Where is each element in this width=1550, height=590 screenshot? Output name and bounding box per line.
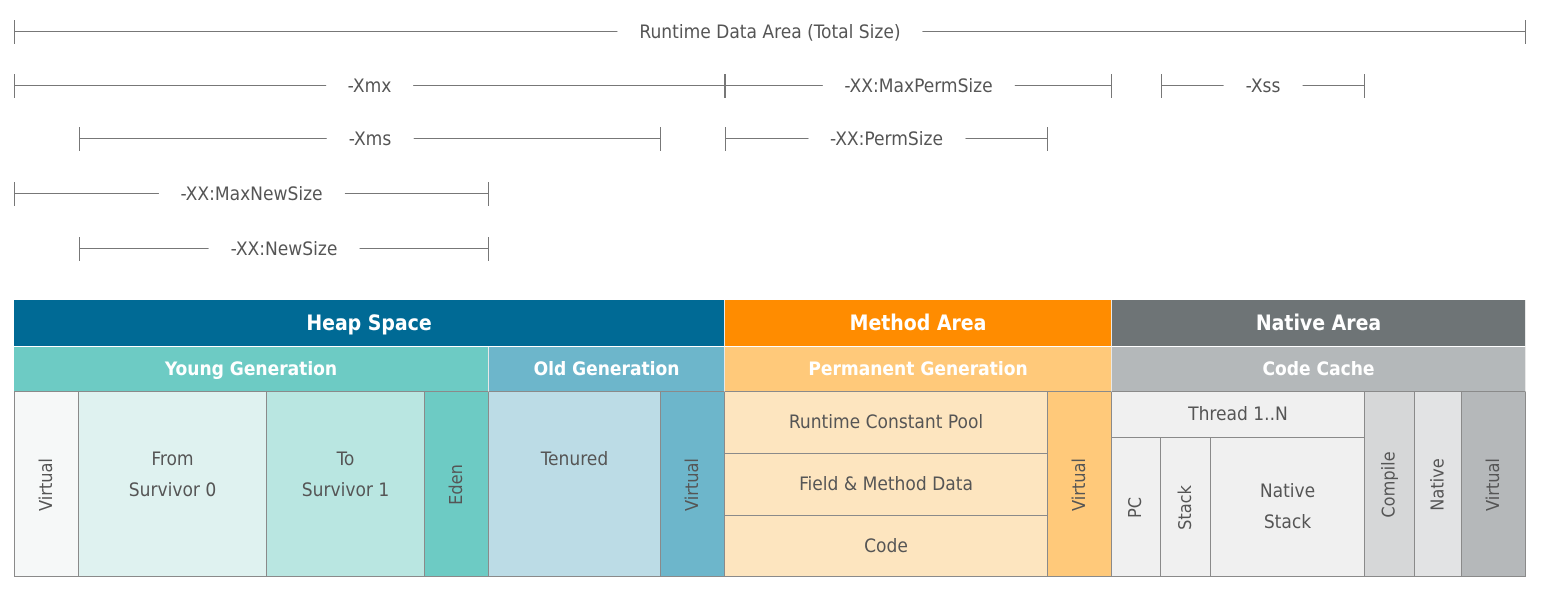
cell-label: Stack bbox=[1263, 511, 1312, 533]
dim-xss: -Xss bbox=[1161, 74, 1365, 98]
method-area-header: Method Area bbox=[725, 300, 1112, 347]
compile-cell: Compile bbox=[1365, 392, 1415, 577]
old-virtual-cell: Virtual bbox=[661, 392, 725, 577]
cell-label: Eden bbox=[446, 463, 467, 505]
cell-label: Compile bbox=[1379, 450, 1400, 518]
dim-label: -XX:PermSize bbox=[808, 128, 965, 150]
cell-label: Tenured bbox=[540, 448, 609, 470]
dim-new-size: -XX:NewSize bbox=[79, 237, 489, 261]
stack-cell: Stack bbox=[1161, 438, 1211, 577]
cell-label: PC bbox=[1125, 496, 1147, 518]
jvm-memory-diagram: Runtime Data Area (Total Size) -Xmx -XX:… bbox=[0, 0, 1550, 590]
dim-xmx: -Xmx bbox=[14, 74, 725, 98]
dim-label: Runtime Data Area (Total Size) bbox=[617, 21, 923, 43]
dim-label: -Xms bbox=[326, 128, 414, 150]
from-survivor-cell: From Survivor 0 bbox=[79, 392, 267, 577]
native-area-header: Native Area bbox=[1112, 300, 1526, 347]
dim-label: -Xss bbox=[1223, 75, 1303, 97]
code-cell: Code bbox=[725, 516, 1048, 577]
runtime-constant-pool-cell: Runtime Constant Pool bbox=[725, 392, 1048, 454]
cell-label: Stack bbox=[1175, 484, 1196, 530]
cell-label: From bbox=[151, 448, 194, 470]
cell-label: Virtual bbox=[36, 457, 57, 511]
cell-label: Survivor 0 bbox=[128, 479, 217, 501]
method-virtual-cell: Virtual bbox=[1048, 392, 1112, 577]
native-stack-cell: Native Stack bbox=[1211, 438, 1365, 577]
native-cell: Native bbox=[1415, 392, 1462, 577]
cell-label: Native bbox=[1427, 457, 1449, 511]
young-generation-header: Young Generation bbox=[14, 347, 489, 392]
native-virtual-cell: Virtual bbox=[1462, 392, 1526, 577]
dim-max-new-size: -XX:MaxNewSize bbox=[14, 182, 489, 206]
cell-label: Virtual bbox=[682, 457, 703, 511]
dim-label: -XX:MaxNewSize bbox=[158, 183, 345, 205]
heap-space-header: Heap Space bbox=[14, 300, 725, 347]
dim-total: Runtime Data Area (Total Size) bbox=[14, 20, 1526, 44]
cell-label: Virtual bbox=[1483, 457, 1504, 511]
dim-label: -Xmx bbox=[325, 75, 414, 97]
dim-max-perm-size: -XX:MaxPermSize bbox=[725, 74, 1112, 98]
dim-perm-size: -XX:PermSize bbox=[725, 127, 1048, 151]
thread-cell: Thread 1..N bbox=[1112, 392, 1365, 438]
eden-cell: Eden bbox=[425, 392, 489, 577]
field-method-data-cell: Field & Method Data bbox=[725, 454, 1048, 516]
permanent-generation-header: Permanent Generation bbox=[725, 347, 1112, 392]
dim-xms: -Xms bbox=[79, 127, 661, 151]
dim-label: -XX:NewSize bbox=[208, 238, 360, 260]
cell-label: Survivor 1 bbox=[301, 479, 390, 501]
dim-label: -XX:MaxPermSize bbox=[822, 75, 1015, 97]
tenured-cell: Tenured bbox=[489, 392, 661, 577]
cell-label: Native bbox=[1259, 480, 1316, 502]
young-virtual-cell: Virtual bbox=[14, 392, 79, 577]
old-generation-header: Old Generation bbox=[489, 347, 725, 392]
code-cache-header: Code Cache bbox=[1112, 347, 1526, 392]
to-survivor-cell: To Survivor 1 bbox=[267, 392, 425, 577]
pc-cell: PC bbox=[1112, 438, 1161, 577]
cell-label: Virtual bbox=[1069, 457, 1090, 511]
cell-label: To bbox=[336, 448, 355, 470]
